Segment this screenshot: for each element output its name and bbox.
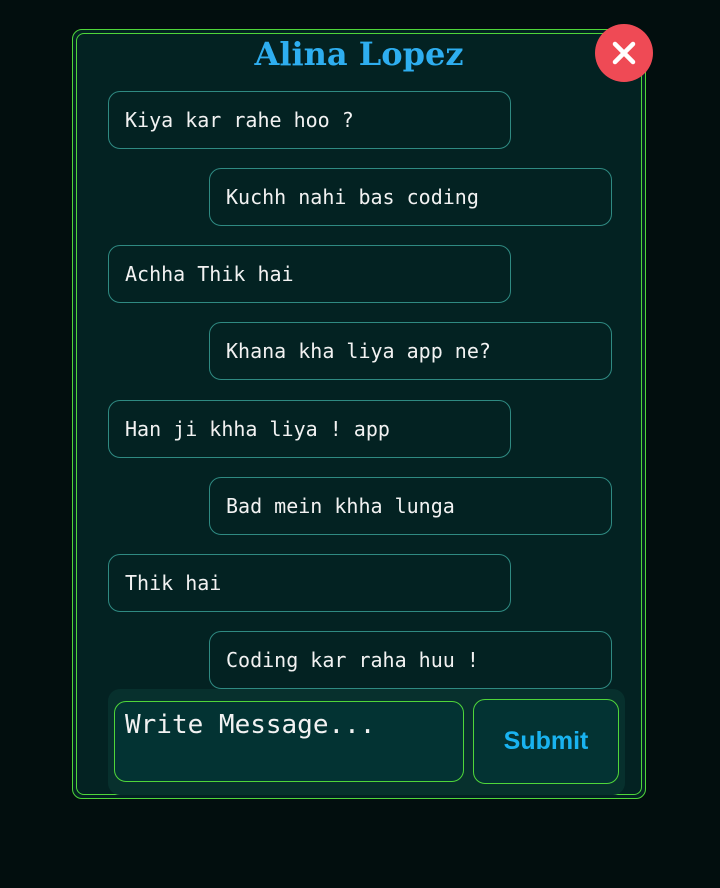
message-composer: Submit	[108, 689, 625, 795]
submit-button[interactable]: Submit	[473, 699, 619, 784]
message-input[interactable]	[114, 701, 464, 782]
message-bubble-sent: Coding kar raha huu !	[209, 631, 612, 689]
message-bubble-sent: Bad mein khha lunga	[209, 477, 612, 535]
close-icon	[612, 41, 636, 65]
message-bubble-received: Achha Thik hai	[108, 245, 511, 303]
close-button[interactable]	[595, 24, 653, 82]
message-bubble-received: Han ji khha liya ! app	[108, 400, 511, 458]
message-bubble-sent: Khana kha liya app ne?	[209, 322, 612, 380]
chat-title: Alina Lopez	[254, 35, 464, 73]
message-bubble-sent: Kuchh nahi bas coding	[209, 168, 612, 226]
message-bubble-received: Kiya kar rahe hoo ?	[108, 91, 511, 149]
message-bubble-received: Thik hai	[108, 554, 511, 612]
